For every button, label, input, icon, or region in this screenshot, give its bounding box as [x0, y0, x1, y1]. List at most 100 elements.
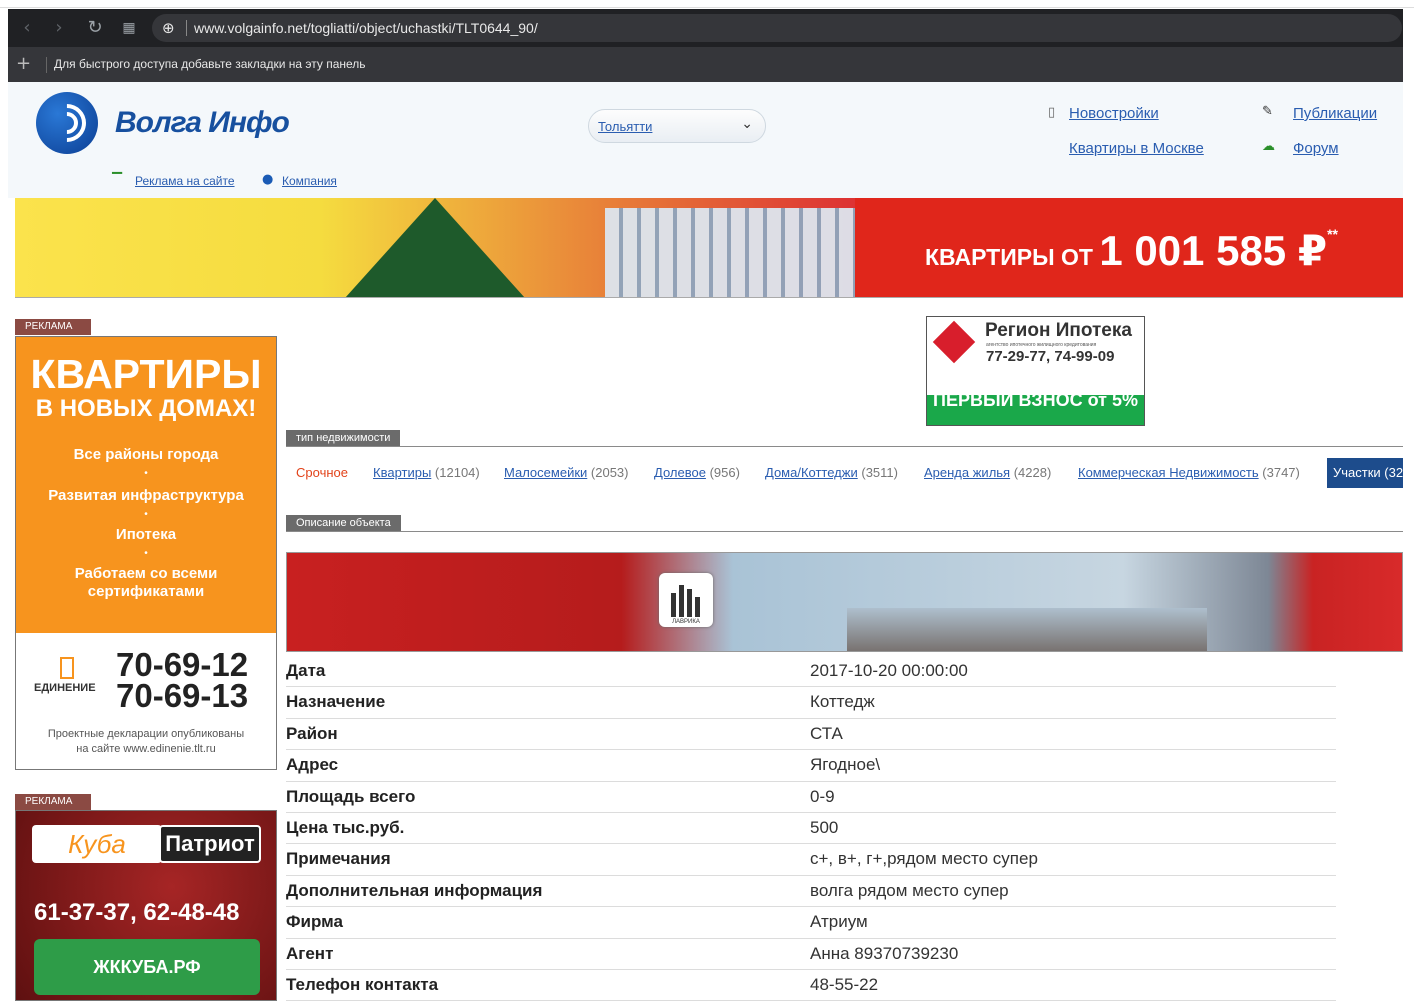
tab-label: Долевое: [654, 465, 706, 480]
ads-link[interactable]: Реклама на сайте: [135, 174, 235, 188]
tab-count: (956): [709, 465, 740, 480]
detail-value: волга рядом место супер: [810, 880, 1009, 900]
ad-phone: 70-69-13: [116, 677, 249, 714]
object-banner-ad[interactable]: ЛАВРИКА: [286, 552, 1403, 652]
table-row: Площадь всего 0-9: [286, 782, 1336, 813]
detail-value: 2017-10-20 00:00:00: [810, 661, 968, 680]
globe-icon: ⊕: [162, 19, 175, 37]
tab-commercial[interactable]: Коммерческая Недвижимость (3747): [1078, 465, 1300, 480]
ad-feature: Ипотека: [115, 526, 177, 543]
city-select[interactable]: Тольятти ⌄: [588, 109, 766, 143]
detail-key: Дата: [286, 661, 326, 680]
banner-text-small: КВАРТИРЫ ОТ: [925, 244, 1100, 270]
table-row: Район СТА: [286, 719, 1336, 751]
tab-count: (3511): [861, 465, 898, 480]
tab-flats[interactable]: Квартиры (12104): [373, 465, 480, 480]
detail-key: Агент: [286, 943, 334, 963]
kuba-logo: Куба: [32, 825, 162, 863]
tab-plots[interactable]: Участки (32: [1327, 458, 1403, 488]
detail-value: СТА: [810, 723, 843, 743]
table-row: Агент Анна 89370739230: [286, 939, 1336, 970]
object-details-table: Дата 2017-10-20 00:00:00 Назначение Коттед…: [286, 656, 1336, 1001]
logo-caption: ЛАВРИКА: [672, 619, 700, 625]
tab-houses[interactable]: Дома/Коттеджи (3511): [765, 465, 898, 480]
browser-chrome: ‹ › ↻ ▦ ⊕ www.volgainfo.net/togliatti/ob…: [8, 9, 1403, 82]
edinenie-ad[interactable]: КВАРТИРЫ В НОВЫХ ДОМАХ! Все районы город…: [15, 336, 277, 770]
city-panorama-image: [847, 608, 1207, 651]
tab-rent[interactable]: Аренда жилья (4228): [924, 465, 1051, 480]
tab-shared[interactable]: Долевое (956): [654, 465, 740, 480]
table-row: Назначение Коттедж: [286, 687, 1336, 719]
moscow-flats-link[interactable]: Квартиры в Москве: [1069, 140, 1204, 157]
region-ipoteka-logo-icon: [932, 320, 976, 364]
detail-value: с+, в+, г+,рядом место супер: [810, 849, 1038, 869]
tab-count: (32: [1384, 465, 1403, 480]
ad-label: РЕКЛАМА: [15, 319, 91, 335]
region-ipoteka-ad[interactable]: Регион Ипотека агентство ипотечного жили…: [926, 316, 1145, 426]
forward-icon[interactable]: ›: [48, 17, 70, 39]
pen-icon: ✎: [1262, 104, 1273, 119]
kuba-site-button[interactable]: ЖККУБА.РФ: [34, 939, 260, 995]
table-row: Дополнительная информация волга рядом мес…: [286, 876, 1336, 908]
logo-bar: [671, 593, 676, 617]
edinenie-ad-orange: КВАРТИРЫ В НОВЫХ ДОМАХ! Все районы город…: [16, 337, 276, 633]
banner-mark: **: [1327, 226, 1338, 242]
tab-small-family[interactable]: Малосемейки (2053): [504, 465, 628, 480]
reload-icon[interactable]: ↻: [84, 17, 106, 39]
ad-feature: Все районы города: [73, 446, 219, 463]
section-tag-property-type: тип недвижимости: [286, 430, 401, 446]
ad-phone: 70-69-12: [116, 646, 249, 683]
city-select-value: Тольятти: [598, 119, 653, 134]
banner-price: 1 001 585 ₽: [1099, 227, 1328, 274]
publications-link[interactable]: Публикации: [1293, 105, 1377, 122]
detail-key: Площадь всего: [286, 786, 416, 806]
ad-bullet: •: [144, 548, 148, 559]
table-row: Примечания с+, в+, г+,рядом место супер: [286, 844, 1336, 876]
detail-value: Анна 89370739230: [810, 943, 959, 963]
patriot-logo: Патриот: [159, 825, 261, 863]
logo-bar: [679, 585, 684, 617]
logo-text[interactable]: Волга Инфо: [115, 106, 290, 140]
tab-label: Коммерческая Недвижимость: [1078, 465, 1259, 480]
address-bar[interactable]: ⊕ www.volgainfo.net/togliatti/object/uch…: [152, 14, 1402, 42]
chevron-down-icon: ⌄: [741, 116, 753, 132]
table-row: Фирма Атриум: [286, 907, 1336, 939]
tab-urgent[interactable]: Срочное: [296, 465, 348, 480]
kuba-ad[interactable]: Куба Патриот 61-37-37, 62-48-48 ЖККУБА.Р…: [15, 810, 277, 1001]
top-edge: [0, 0, 1414, 8]
detail-value: Ягодное\: [810, 755, 881, 775]
ad-label: РЕКЛАМА: [15, 794, 91, 810]
top-banner-ad[interactable]: КВАРТИРЫ ОТ 1 001 585 ₽**: [15, 198, 1403, 298]
logo-bar: [695, 597, 700, 617]
building-image: [605, 208, 895, 297]
detail-key: Фирма: [286, 912, 343, 932]
tab-label: Участки: [1333, 465, 1381, 480]
url-separator: [186, 20, 187, 36]
url-text[interactable]: www.volgainfo.net/togliatti/object/uchas…: [194, 20, 538, 36]
detail-value: Коттедж: [810, 692, 875, 712]
section-divider: [286, 446, 1403, 447]
bookmarks-separator: [46, 57, 47, 73]
back-icon[interactable]: ‹: [16, 17, 38, 39]
detail-value: 48-55-22: [810, 974, 879, 994]
bookmarks-hint: Для быстрого доступа добавьте закладки н…: [54, 57, 366, 71]
bookmarks-bar: + Для быстрого доступа добавьте закладки…: [8, 47, 1403, 82]
logo-icon[interactable]: [36, 92, 98, 154]
tab-label: Аренда жилья: [924, 465, 1011, 480]
company-icon: ●: [262, 172, 274, 187]
forum-link[interactable]: Форум: [1293, 140, 1339, 157]
new-buildings-link[interactable]: Новостройки: [1069, 105, 1159, 122]
section-divider: [286, 531, 1403, 532]
plus-icon[interactable]: +: [16, 53, 31, 74]
ad-feature: Работаем со всеми сертификатами: [74, 565, 218, 600]
company-link[interactable]: Компания: [282, 174, 337, 188]
address-row: ‹ › ↻ ▦ ⊕ www.volgainfo.net/togliatti/ob…: [8, 9, 1403, 47]
ad-headline: КВАРТИРЫ: [30, 351, 262, 397]
detail-key: Дополнительная информация: [286, 880, 543, 900]
ad-note: Проектные декларации опубликованы на сай…: [16, 727, 276, 757]
tab-label: Дома/Коттеджи: [765, 465, 858, 480]
ad-phones: 70-69-12 70-69-13: [116, 646, 249, 714]
edinenie-logo-icon: [60, 657, 74, 679]
section-tag-object-description: Описание объекта: [286, 515, 401, 531]
apps-icon[interactable]: ▦: [118, 17, 140, 39]
